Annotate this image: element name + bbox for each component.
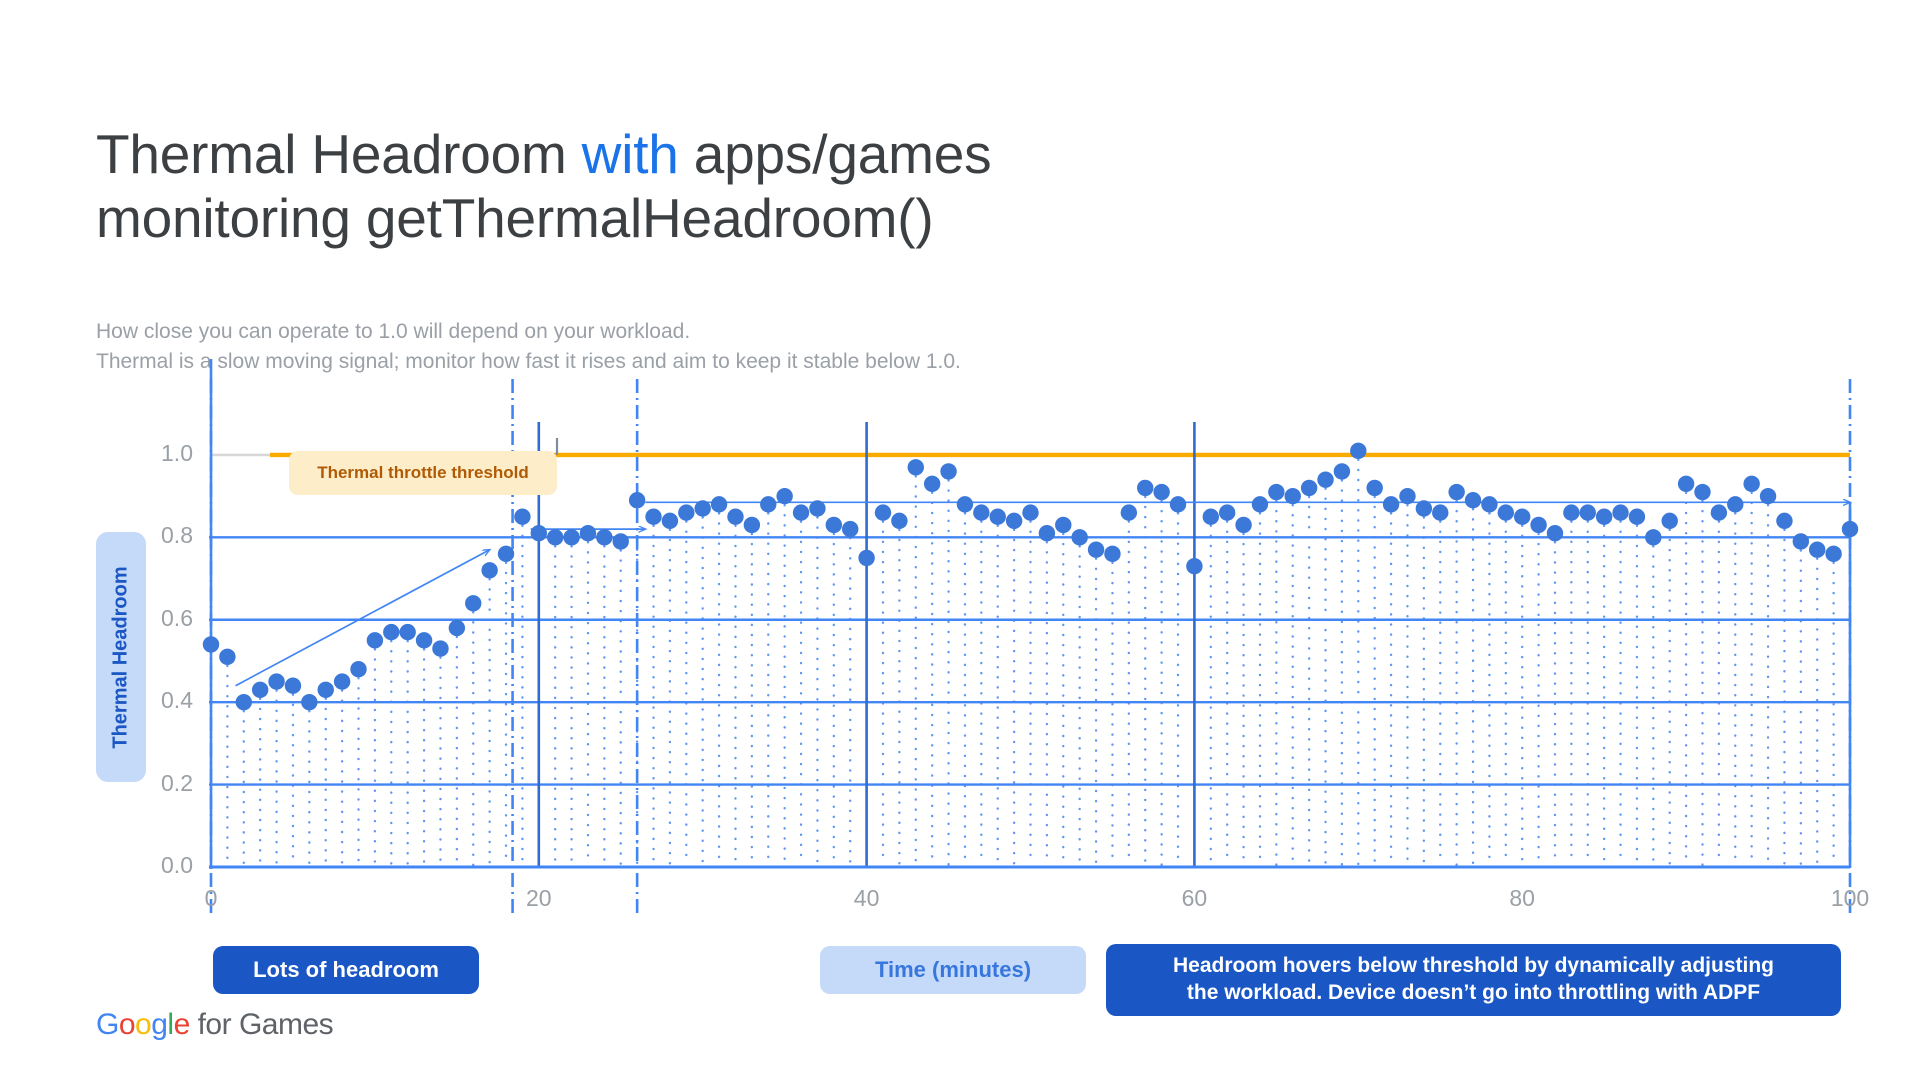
- y-axis-label-text: Thermal Headroom: [109, 565, 132, 749]
- threshold-label-text: Thermal throttle threshold: [317, 463, 529, 482]
- x-tick-20: 20: [526, 885, 552, 911]
- x-axis-label-badge: Time (minutes): [820, 946, 1086, 994]
- chart-svg: [202, 359, 1859, 913]
- x-tick-80: 80: [1509, 885, 1535, 911]
- logo-letter-e1: e: [173, 1008, 191, 1041]
- callout-line-2: the workload. Device doesn’t go into thr…: [1186, 981, 1761, 1004]
- x-tick-100: 100: [1830, 885, 1870, 911]
- y-tick-0-0: 0.0: [161, 852, 193, 878]
- y-axis-label: Thermal Headroom: [96, 532, 146, 782]
- lots-of-headroom-badge: Lots of headroom: [213, 946, 479, 994]
- callout-line-1: Headroom hovers below threshold by dynam…: [1173, 954, 1774, 978]
- x-tick-40: 40: [853, 885, 880, 911]
- logo-letter-o2: o: [135, 1008, 152, 1041]
- threshold-label-badge: Thermal throttle threshold: [289, 451, 557, 495]
- callout-badge: Headroom hovers below threshold by dynam…: [1106, 944, 1841, 1016]
- x-tick-60: 60: [1181, 885, 1208, 911]
- logo-letter-g1: G: [96, 1008, 119, 1041]
- logo-letter-o1: o: [118, 1008, 136, 1041]
- x-axis-label-text: Time (minutes): [874, 957, 1032, 982]
- logo-letter-g2: g: [151, 1008, 168, 1041]
- x-tick-0: 0: [204, 885, 218, 911]
- y-tick-0-8: 0.8: [161, 522, 193, 549]
- y-tick-0-6: 0.6: [161, 604, 193, 631]
- lots-of-headroom-text: Lots of headroom: [253, 957, 439, 982]
- google-for-games-logo: Google for Games: [96, 1008, 334, 1042]
- thermal-headroom-chart: [0, 0, 1920, 1080]
- y-tick-1-0: 1.0: [161, 439, 193, 466]
- y-tick-0-2: 0.2: [161, 769, 193, 796]
- slide-root: Thermal Headroom with apps/games monitor…: [0, 0, 1920, 1080]
- logo-suffix: for Games: [189, 1008, 334, 1041]
- y-tick-0-4: 0.4: [161, 687, 193, 714]
